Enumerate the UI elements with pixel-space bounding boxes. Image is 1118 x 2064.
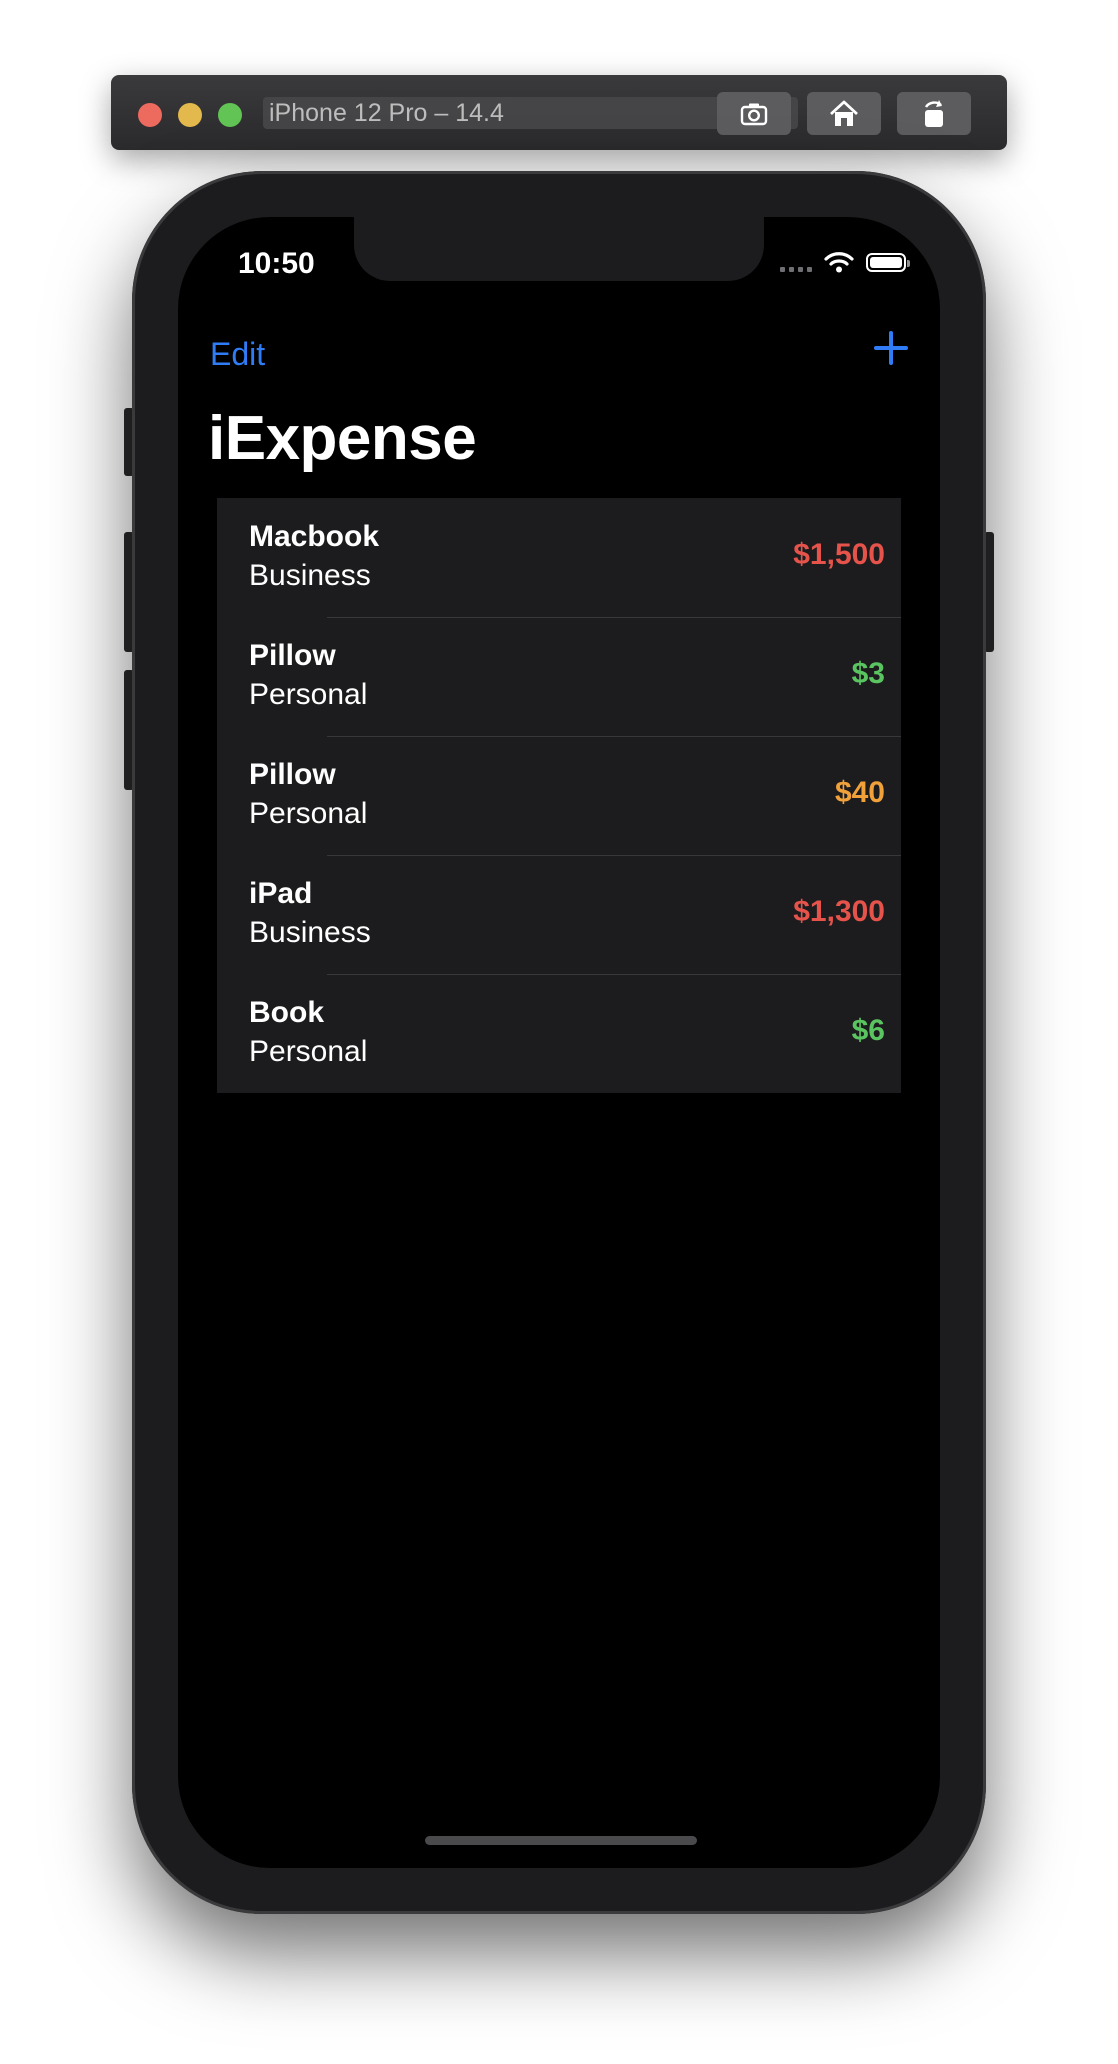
rotate-icon <box>924 99 943 127</box>
expense-amount: $40 <box>834 776 885 809</box>
status-icons <box>780 251 910 273</box>
simulator-title-bar: iPhone 12 Pro – 14.4 <box>111 75 1007 150</box>
expense-row[interactable]: Pillow Personal $40 <box>217 736 901 855</box>
expense-type: Business <box>249 916 371 949</box>
expense-amount: $3 <box>851 657 885 690</box>
home-indicator[interactable] <box>425 1836 697 1845</box>
home-icon <box>830 100 858 126</box>
expense-type: Personal <box>249 678 368 711</box>
expense-type: Personal <box>249 797 368 830</box>
expense-name: Pillow <box>249 639 336 672</box>
expense-name: iPad <box>249 877 313 910</box>
expense-row[interactable]: Pillow Personal $3 <box>217 617 901 736</box>
close-window-button[interactable] <box>138 103 162 127</box>
expense-amount: $1,500 <box>793 538 885 571</box>
screenshot-icon <box>740 103 768 125</box>
expense-type: Personal <box>249 1035 368 1068</box>
expense-name: Pillow <box>249 758 336 791</box>
expense-type: Business <box>249 559 371 592</box>
iphone-screen: 10:50 Edit iExpense Macbook Business $1,50… <box>178 217 940 1868</box>
expense-row[interactable]: Book Personal $6 <box>217 974 901 1093</box>
expense-name: Macbook <box>249 520 380 553</box>
iphone-device-frame: 10:50 Edit iExpense Macbook Business $1,50… <box>132 171 986 1914</box>
plus-icon[interactable] <box>872 329 910 367</box>
expense-amount: $6 <box>851 1014 885 1047</box>
status-time: 10:50 <box>238 247 315 280</box>
zoom-window-button[interactable] <box>218 103 242 127</box>
expense-amount: $1,300 <box>793 895 885 928</box>
home-button[interactable] <box>807 92 881 135</box>
expense-list: Macbook Business $1,500 Pillow Personal $3 Pil… <box>217 498 901 1093</box>
expense-name: Book <box>249 996 324 1029</box>
expense-row[interactable]: Macbook Business $1,500 <box>217 498 901 617</box>
screenshot-button[interactable] <box>717 92 791 135</box>
edit-button[interactable]: Edit <box>210 336 265 373</box>
notch <box>354 217 764 281</box>
expense-row[interactable]: iPad Business $1,300 <box>217 855 901 974</box>
page-title: iExpense <box>208 404 477 473</box>
battery-icon <box>866 252 910 272</box>
minimize-window-button[interactable] <box>178 103 202 127</box>
wifi-icon <box>824 252 854 273</box>
rotate-button[interactable] <box>897 92 971 135</box>
cellular-signal-icon <box>780 252 812 272</box>
